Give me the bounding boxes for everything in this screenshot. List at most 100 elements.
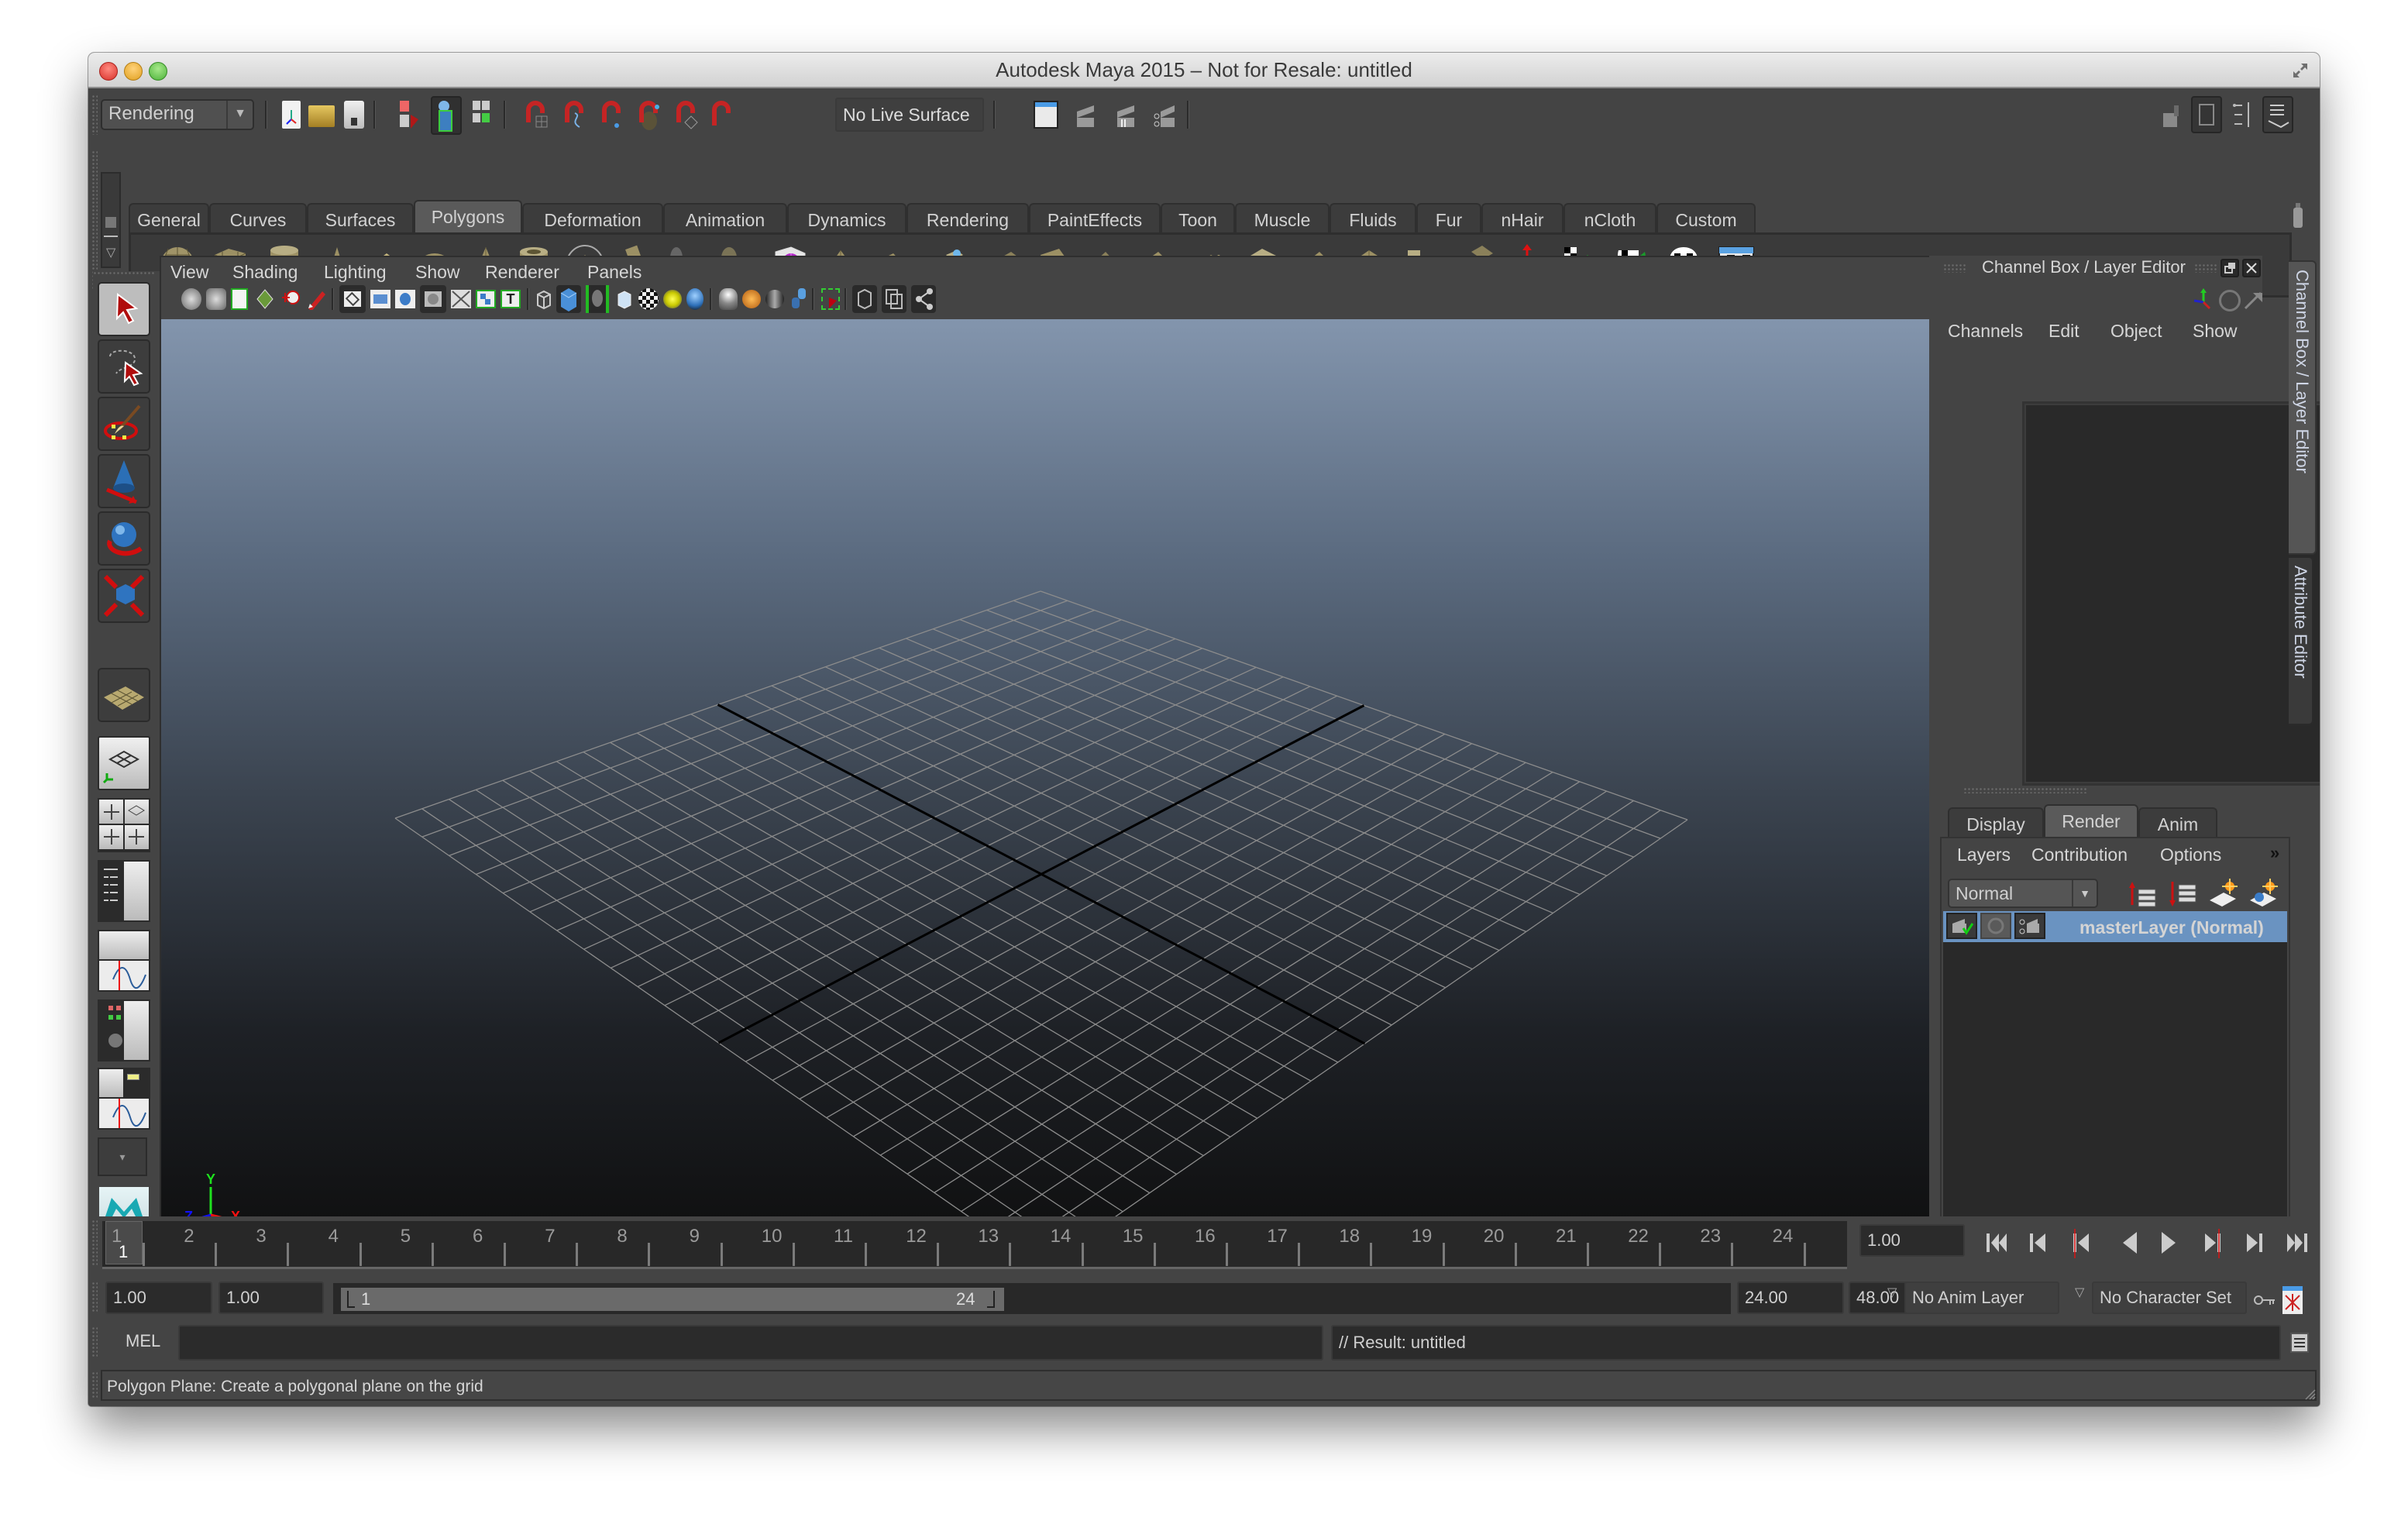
perspective-view[interactable]: persp Y X Z <box>161 319 2007 1266</box>
snap-projected-center-icon[interactable] <box>673 99 700 130</box>
shadows-icon[interactable] <box>686 288 703 310</box>
bookmarks-icon[interactable] <box>231 288 248 310</box>
snap-view-plane-icon[interactable] <box>635 99 663 130</box>
four-view-layout-icon[interactable] <box>98 798 150 852</box>
save-scene-icon[interactable] <box>344 101 364 129</box>
render-view-icon[interactable] <box>1034 101 1058 129</box>
open-scene-icon[interactable] <box>308 105 335 127</box>
layer-tab-render[interactable]: Render <box>2044 804 2138 837</box>
attribute-editor-toggle-icon[interactable] <box>2191 96 2222 133</box>
persp-graph-layout-icon[interactable] <box>98 930 150 992</box>
make-live-icon[interactable] <box>708 99 736 130</box>
layer-tab-display[interactable]: Display <box>1948 807 2044 837</box>
hypershade-persp-layout-icon[interactable] <box>98 999 150 1061</box>
shelf-tab-painteffects[interactable]: PaintEffects <box>1029 203 1161 232</box>
viewport-menu-panels[interactable]: Panels <box>587 262 642 283</box>
motion-blur-icon[interactable] <box>742 290 761 308</box>
channel-list[interactable] <box>2022 401 2320 786</box>
hyper-icon[interactable] <box>2244 290 2264 310</box>
script-editor-icon[interactable] <box>2290 1333 2309 1353</box>
shelf-tab-general[interactable]: General <box>129 203 209 232</box>
snap-grid-icon[interactable] <box>522 99 550 130</box>
viewport-menu-show[interactable]: Show <box>415 262 460 283</box>
character-set-field[interactable]: No Character Set <box>2092 1282 2247 1314</box>
options-menu[interactable]: Options <box>2160 845 2221 865</box>
xray-active-components-icon[interactable] <box>882 285 906 313</box>
channel-edit-menu[interactable]: Edit <box>2049 321 2079 342</box>
current-time-field[interactable]: 1.00 <box>1859 1224 1965 1257</box>
outliner-persp-layout-icon[interactable] <box>98 860 150 922</box>
scale-tool-button[interactable] <box>98 569 150 623</box>
render-settings-toggle-icon[interactable] <box>2014 913 2045 939</box>
xray-joints-icon[interactable] <box>852 285 877 313</box>
layers-menu[interactable]: Layers <box>1957 845 2011 865</box>
go-to-start-button[interactable] <box>1983 1227 2010 1258</box>
range-slider-track[interactable]: 1 24 <box>333 1283 1731 1314</box>
isolate-select-icon[interactable] <box>821 288 840 310</box>
shelf-tab-fluids[interactable]: Fluids <box>1330 203 1416 232</box>
two-d-pan-zoom-icon[interactable] <box>280 288 301 310</box>
menu-set-dropdown[interactable]: Rendering ▼ <box>101 99 254 130</box>
shelf-tab-deformation[interactable]: Deformation <box>522 203 663 232</box>
viewport-menu-view[interactable]: View <box>170 262 208 283</box>
animation-preferences-icon[interactable] <box>2282 1286 2303 1314</box>
command-input[interactable] <box>178 1325 1323 1361</box>
animation-start-field[interactable]: 1.00 <box>105 1282 212 1314</box>
more-menu-chevron-icon[interactable]: » <box>2270 843 2279 863</box>
play-backwards-button[interactable] <box>2117 1227 2143 1258</box>
viewport-menu-lighting[interactable]: Lighting <box>324 262 387 283</box>
go-to-end-button[interactable] <box>2284 1227 2310 1258</box>
channel-box-toggle-icon[interactable] <box>2262 96 2293 133</box>
character-set-menu-icon[interactable]: ▽ <box>2075 1285 2084 1300</box>
speed-icon[interactable] <box>2219 290 2241 311</box>
use-all-lights-icon[interactable] <box>663 290 682 308</box>
range-end-handle[interactable] <box>987 1291 995 1308</box>
tool-settings-toggle-icon[interactable] <box>2231 99 2255 130</box>
side-tab-attribute-editor[interactable]: Attribute Editor <box>2289 556 2313 725</box>
grid-toggle-icon[interactable] <box>339 285 366 313</box>
shelf-tab-toon[interactable]: Toon <box>1161 203 1235 232</box>
range-slider-bar[interactable]: 1 24 <box>341 1288 1004 1311</box>
viewport-menu-renderer[interactable]: Renderer <box>485 262 559 283</box>
move-layer-down-icon[interactable] <box>2168 880 2199 908</box>
move-layer-up-icon[interactable] <box>2128 880 2159 908</box>
layout-more-icon[interactable]: ▾ <box>98 1137 147 1176</box>
range-start-handle[interactable] <box>347 1291 355 1308</box>
shelf-tab-muscle[interactable]: Muscle <box>1235 203 1330 232</box>
side-tab-channel-box[interactable]: Channel Box / Layer Editor <box>2289 260 2317 555</box>
shelf-tab-nhair[interactable]: nHair <box>1481 203 1563 232</box>
hierarchy-mode-icon[interactable] <box>398 99 421 130</box>
shelf-handle[interactable] <box>91 150 98 290</box>
multisample-aa-icon[interactable] <box>765 290 784 308</box>
time-slider[interactable]: 1 1 2 3 4 5 6 7 8 9 10 11 12 13 14 15 16 17 18 19 20 21 22 23 2… <box>102 1221 1847 1269</box>
select-tool-button[interactable] <box>98 282 150 336</box>
safe-title-icon[interactable]: T <box>501 290 521 308</box>
float-panel-button[interactable] <box>2221 259 2239 277</box>
shelf-tab-curves[interactable]: Curves <box>209 203 307 232</box>
shelf-tab-rendering[interactable]: Rendering <box>906 203 1029 232</box>
layer-tab-anim[interactable]: Anim <box>2138 807 2217 837</box>
playback-start-field[interactable]: 1.00 <box>218 1282 324 1314</box>
close-panel-button[interactable] <box>2242 259 2261 277</box>
contribution-menu[interactable]: Contribution <box>2031 845 2128 865</box>
channel-show-menu[interactable]: Show <box>2193 321 2238 342</box>
shelf-tab-menu[interactable]: ▽ <box>101 172 121 268</box>
shelf-tab-ncloth[interactable]: nCloth <box>1563 203 1656 232</box>
create-render-layer-from-selected-icon[interactable] <box>2248 877 2279 908</box>
component-mode-icon[interactable] <box>471 99 494 130</box>
new-scene-icon[interactable] <box>282 101 301 129</box>
wireframe-on-shaded-icon[interactable] <box>586 285 609 313</box>
wireframe-icon[interactable] <box>535 288 553 310</box>
auto-key-icon[interactable] <box>2253 1292 2276 1308</box>
field-chart-icon[interactable] <box>451 290 471 308</box>
manipulator-icon[interactable] <box>2191 288 2214 313</box>
two-sided-lighting-icon[interactable] <box>911 285 936 313</box>
channel-object-menu[interactable]: Object <box>2110 321 2162 342</box>
resize-grip-icon[interactable] <box>2304 1388 2317 1401</box>
gate-mask-icon[interactable] <box>420 285 446 313</box>
modeling-toolkit-icon[interactable] <box>2159 102 2182 130</box>
shelf-tab-custom[interactable]: Custom <box>1656 203 1756 232</box>
anim-layer-field[interactable]: No Anim Layer <box>1904 1282 2059 1314</box>
safe-action-icon[interactable] <box>476 290 496 308</box>
object-mode-icon[interactable] <box>431 96 462 135</box>
